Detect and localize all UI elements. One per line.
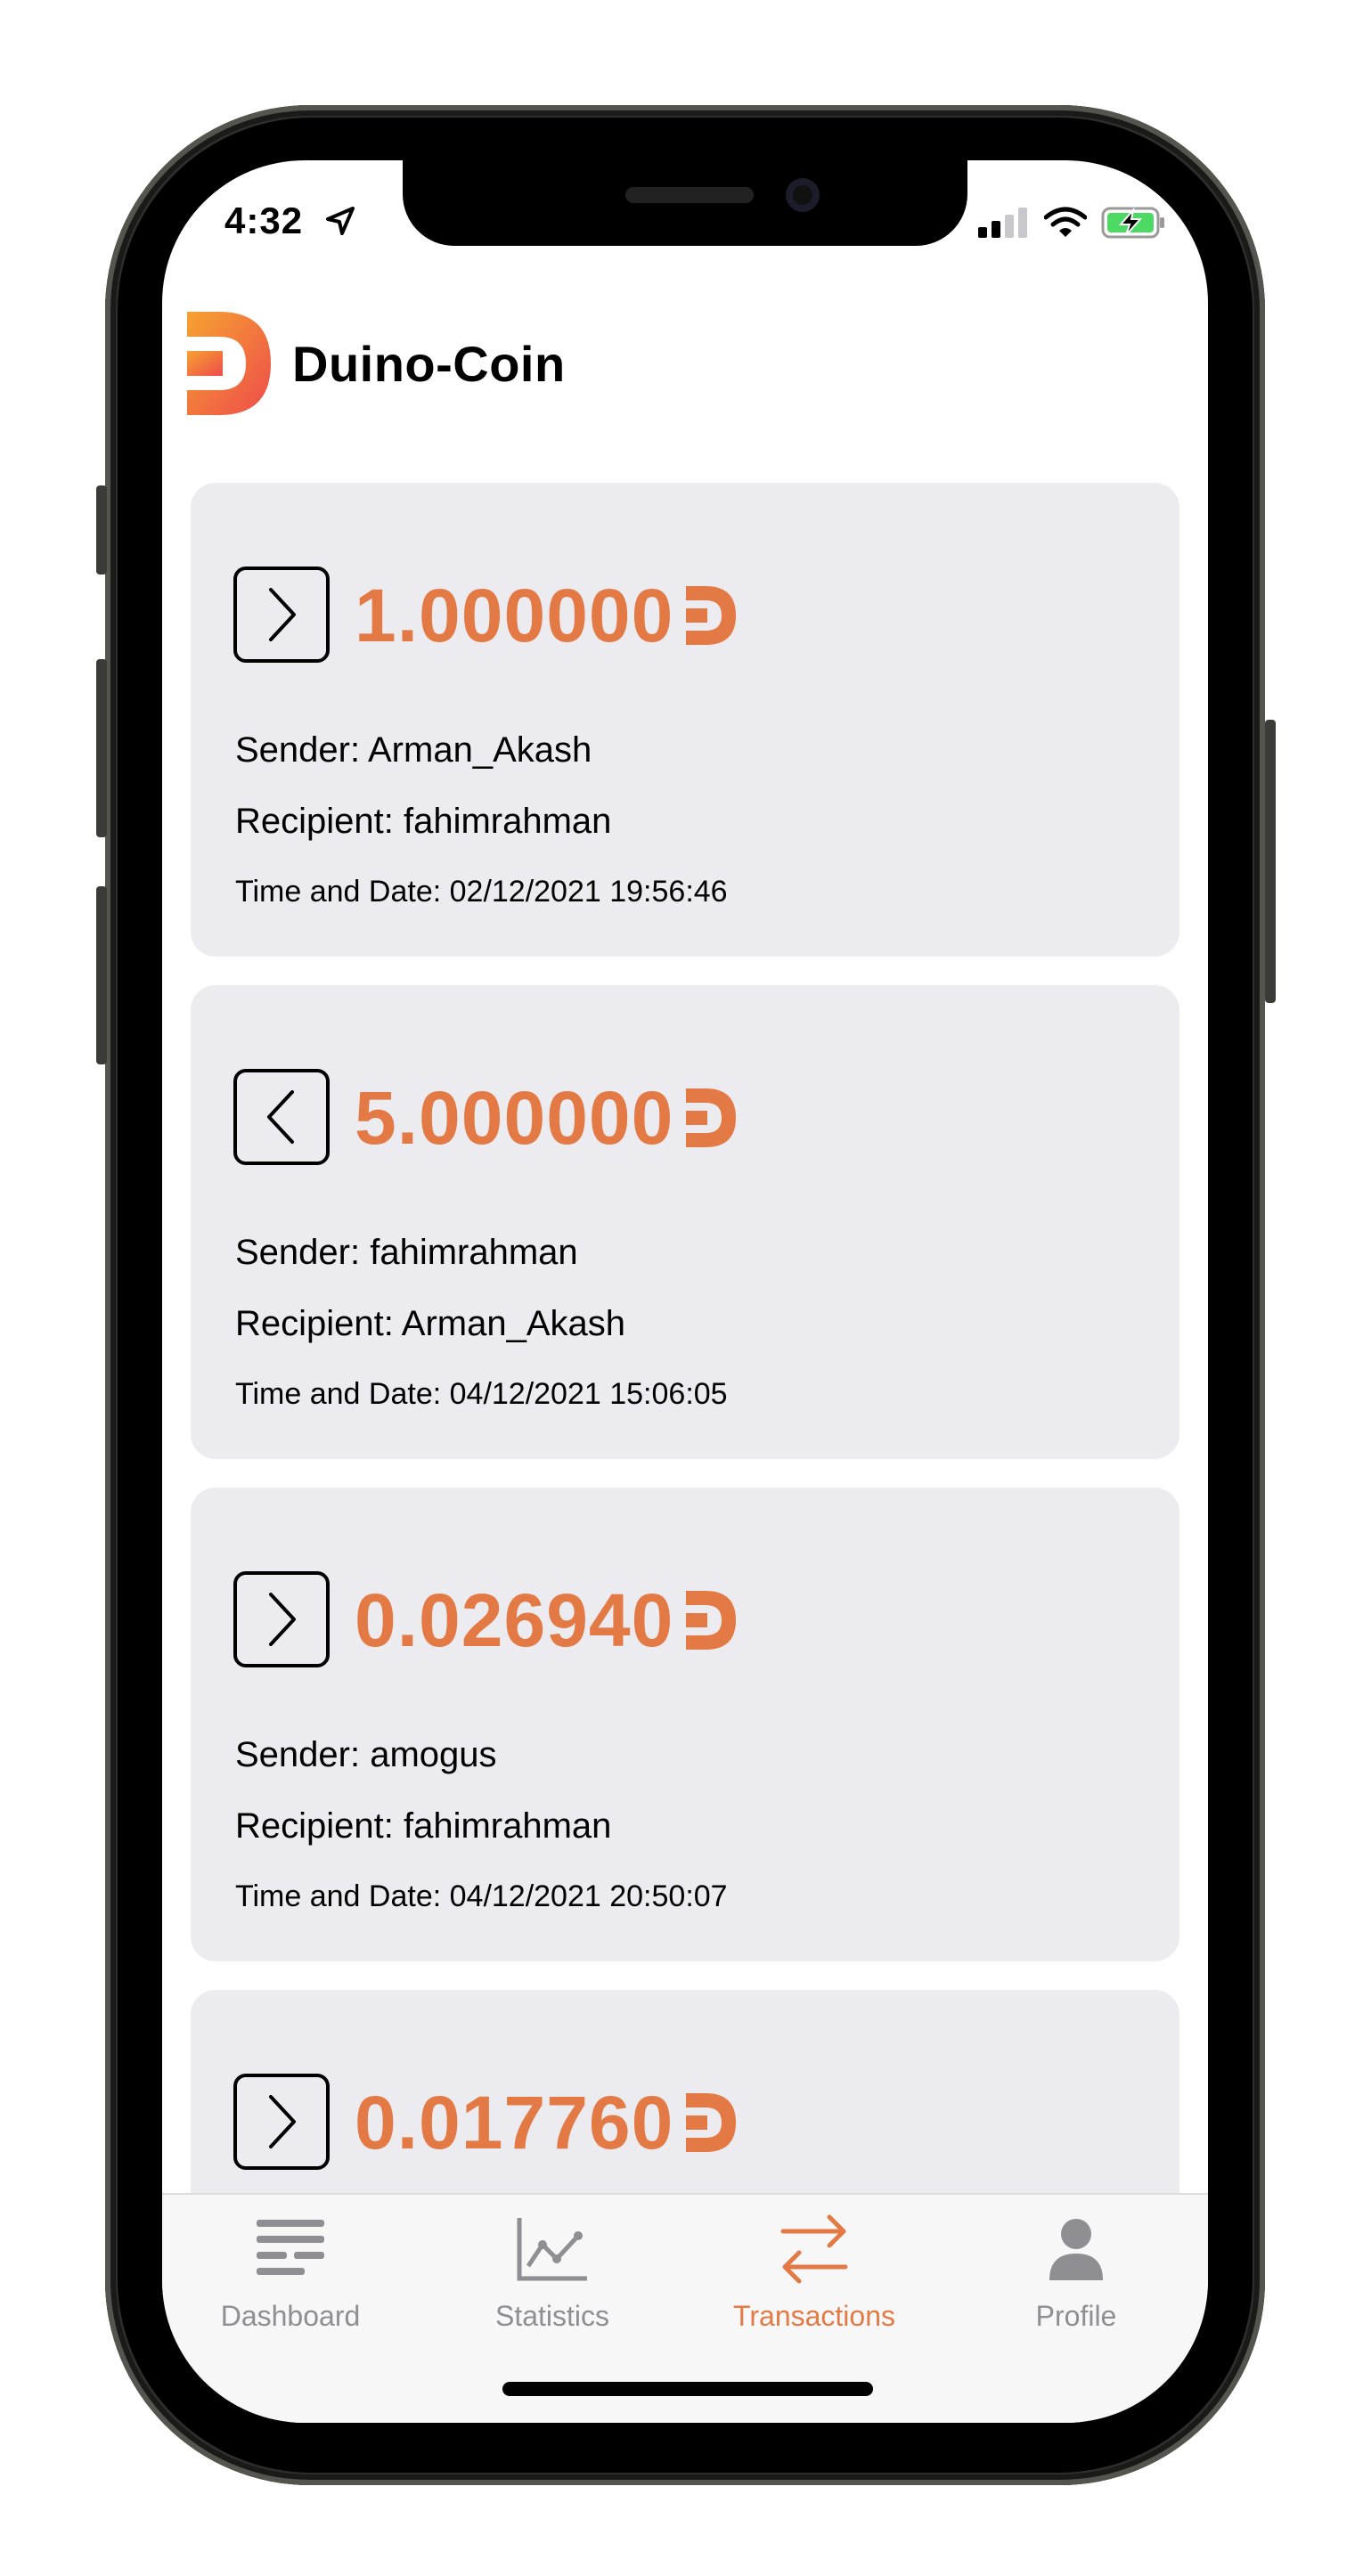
transaction-amount: 1.000000: [355, 573, 674, 657]
duino-coin-logo-icon: [187, 312, 271, 415]
chevron-left-icon: [267, 1090, 294, 1144]
amount-row: 0.017760: [355, 2075, 737, 2170]
power-button: [1265, 720, 1276, 1003]
dashboard-icon: [257, 2220, 324, 2275]
transactions-list[interactable]: 1.000000 Sender: Arman_Akash Recipient: …: [191, 483, 1179, 2375]
app-title: Duino-Coin: [292, 335, 566, 392]
earpiece-speaker: [625, 187, 754, 203]
chevron-right-icon: [269, 588, 296, 641]
chart-icon: [517, 2218, 587, 2281]
volume-down-button: [96, 886, 107, 1064]
transfer-arrows-icon: [780, 2214, 848, 2284]
silent-switch: [96, 485, 107, 575]
transaction-recipient: Recipient: Arman_Akash: [235, 1304, 626, 1343]
tab-profile[interactable]: Profile: [951, 2211, 1201, 2333]
outgoing-direction-box: [233, 2074, 330, 2170]
transaction-datetime: Time and Date: 04/12/2021 15:06:05: [235, 1377, 728, 1411]
duco-symbol-icon: [686, 1591, 737, 1650]
chevron-right-icon: [269, 1593, 296, 1646]
cellular-signal-icon: [978, 208, 1027, 238]
app-header: Duino-Coin: [187, 310, 566, 417]
transaction-recipient: Recipient: fahimrahman: [235, 1806, 612, 1846]
tab-label: Statistics: [494, 2300, 610, 2332]
transaction-datetime: Time and Date: 02/12/2021 19:56:46: [235, 875, 728, 909]
phone-screen: 4:32 Duino-Coin 1.000000 Sender: Arman_A…: [162, 160, 1208, 2423]
transaction-card[interactable]: 1.000000 Sender: Arman_Akash Recipient: …: [191, 483, 1179, 957]
tab-dashboard[interactable]: Dashboard: [166, 2211, 415, 2333]
tab-label: Transactions: [733, 2300, 895, 2332]
duco-symbol-icon: [686, 2093, 737, 2152]
tab-statistics[interactable]: Statistics: [428, 2211, 677, 2333]
tab-transactions[interactable]: Transactions: [690, 2211, 939, 2333]
transaction-sender: Sender: fahimrahman: [235, 1233, 578, 1272]
status-time: 4:32: [224, 200, 304, 241]
tab-label: Profile: [1035, 2300, 1117, 2332]
notch: [403, 160, 967, 246]
incoming-direction-box: [233, 1069, 330, 1165]
transaction-card[interactable]: 0.026940 Sender: amogus Recipient: fahim…: [191, 1488, 1179, 1961]
transaction-amount: 0.026940: [355, 1577, 674, 1662]
tab-label: Dashboard: [220, 2300, 361, 2332]
front-camera: [786, 178, 820, 212]
transaction-card[interactable]: 5.000000 Sender: fahimrahman Recipient: …: [191, 985, 1179, 1459]
amount-row: 1.000000: [355, 568, 737, 663]
transaction-sender: Sender: amogus: [235, 1735, 497, 1774]
wifi-icon: [1044, 207, 1087, 237]
transaction-sender: Sender: Arman_Akash: [235, 730, 592, 770]
status-indicators: [978, 207, 1165, 239]
home-indicator[interactable]: [502, 2382, 873, 2396]
duco-symbol-icon: [686, 1088, 737, 1147]
outgoing-direction-box: [233, 1571, 330, 1667]
battery-charging-icon: [1101, 207, 1164, 239]
amount-row: 5.000000: [355, 1071, 737, 1165]
transaction-recipient: Recipient: fahimrahman: [235, 802, 612, 841]
transaction-amount: 5.000000: [355, 1075, 674, 1160]
person-icon: [1049, 2219, 1103, 2280]
outgoing-direction-box: [233, 567, 330, 663]
transaction-datetime: Time and Date: 04/12/2021 20:50:07: [235, 1879, 728, 1913]
transaction-amount: 0.017760: [355, 2080, 674, 2164]
volume-up-button: [96, 659, 107, 837]
location-arrow-icon: [326, 207, 355, 235]
chevron-right-icon: [269, 2095, 296, 2148]
amount-row: 0.026940: [355, 1573, 737, 1667]
duco-symbol-icon: [686, 586, 737, 645]
